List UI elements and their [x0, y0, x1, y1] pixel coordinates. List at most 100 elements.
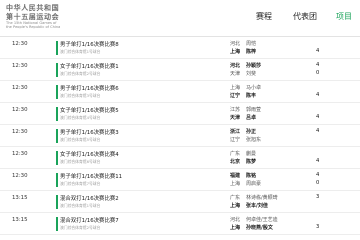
team1-province: 河北 — [230, 63, 241, 69]
match-title: 女子单打1/16决赛比赛1 — [60, 64, 119, 70]
match-row[interactable]: 13:15 混合双打1/16决赛比赛2 澳门综合体育馆1号球台 广东 林诗栋/黄颖琦 上海… — [0, 192, 360, 213]
match-row[interactable]: 12:30 女子单打1/16决赛比赛5 澳门综合体育馆4号球台 江苏 郭雨萱 天津 吕卓 4 — [0, 104, 360, 125]
match-time: 12:30 — [12, 151, 28, 157]
match-title: 男子单打1/16决赛比赛8 — [60, 42, 119, 48]
team2-score: 3 — [316, 224, 320, 230]
team2-province: 天津 — [230, 71, 241, 77]
row-divider — [0, 190, 360, 191]
match-title: 混合双打1/16决赛比赛2 — [60, 196, 119, 202]
match-row[interactable]: 12:30 男子单打1/16决赛比赛8 澳门综合体育馆1号球台 河北 周恺 上海 陈梓 4 — [0, 38, 360, 59]
logo-subtitle-line2: the People's Republic of China — [6, 25, 61, 30]
match-row[interactable]: 12:30 男子单打1/16决赛比赛3 澳门综合体育馆5号球台 浙江 孙正 辽宁 张旭东 4 — [0, 126, 360, 147]
team2-player: 陈丰 — [246, 93, 257, 99]
team1-province: 广东 — [230, 195, 241, 201]
match-time: 12:30 — [12, 63, 28, 69]
team2-player: 陈梓 — [246, 49, 257, 55]
team2-player: 孙晓燕/殷文 — [246, 225, 273, 231]
match-venue: 澳门综合体育馆5号球台 — [60, 137, 101, 142]
team2-player: 吕卓 — [246, 115, 257, 121]
match-row[interactable]: 12:30 男子单打1/16决赛比赛6 澳门综合体育馆3号球台 上海 马小卓 辽宁 陈丰 4 — [0, 82, 360, 103]
header-divider — [0, 36, 360, 37]
match-title: 男子单打1/16决赛比赛6 — [60, 86, 119, 92]
match-accent-bar — [56, 217, 58, 231]
team2-province: 辽宁 — [230, 137, 241, 143]
match-title: 女子单打1/16决赛比赛4 — [60, 152, 119, 158]
team2-score: 0 — [316, 70, 320, 76]
match-time: 13:15 — [12, 217, 28, 223]
match-time: 12:30 — [12, 41, 28, 47]
team1-player: 周恺 — [246, 41, 257, 47]
team2-score: 4 — [316, 158, 320, 164]
match-accent-bar — [56, 151, 58, 165]
team1-player: 林诗栋/黄颖琦 — [246, 195, 278, 201]
team1-province: 河北 — [230, 217, 241, 223]
team1-score: 4 — [316, 128, 320, 134]
team2-player: 陈梦 — [246, 159, 257, 165]
row-divider — [0, 234, 360, 235]
team1-province: 河北 — [230, 41, 241, 47]
nav-delegations[interactable]: 代表团 — [293, 11, 317, 22]
team1-player: 蒯曼 — [246, 151, 257, 157]
match-row[interactable]: 12:30 女子单打1/16决赛比赛1 澳门综合体育馆2号球台 河北 孙颖莎 天津 刘斐 4 0 — [0, 60, 360, 81]
row-divider — [0, 80, 360, 81]
match-venue: 澳门综合体育馆7号球台 — [60, 181, 101, 186]
match-accent-bar — [56, 129, 58, 143]
team2-player: 张旭东 — [246, 137, 262, 143]
match-row[interactable]: 12:30 男子单打1/16决赛比赛11 澳门综合体育馆7号球台 福建 陈铭 上海 周启豪 4… — [0, 170, 360, 191]
team1-player: 马小卓 — [246, 85, 262, 91]
team1-score: 4 — [316, 172, 320, 178]
row-divider — [0, 102, 360, 103]
match-title: 混合双打1/16决赛比赛7 — [60, 218, 119, 224]
team1-province: 福建 — [230, 173, 241, 179]
match-venue: 澳门综合体育馆2号球台 — [60, 71, 101, 76]
team1-province: 江苏 — [230, 107, 241, 113]
team1-province: 广东 — [230, 151, 241, 157]
row-divider — [0, 212, 360, 213]
games-logo[interactable]: 中华人民共和国 第十五届运动会 The 15th National Games … — [6, 3, 102, 33]
match-venue: 澳门综合体育馆2号球台 — [60, 225, 101, 230]
team1-province: 浙江 — [230, 129, 241, 135]
match-title: 男子单打1/16决赛比赛3 — [60, 130, 119, 136]
team2-score: 0 — [316, 180, 320, 186]
team2-province: 辽宁 — [230, 93, 241, 99]
logo-subtitle: The 15th National Games of the People's … — [6, 21, 60, 29]
team1-player: 孙正 — [246, 129, 257, 135]
team2-score: 4 — [316, 48, 320, 54]
team1-player: 何卓佳/王艺迪 — [246, 217, 278, 223]
match-title: 女子单打1/16决赛比赛5 — [60, 108, 119, 114]
match-time: 13:15 — [12, 195, 28, 201]
match-title: 男子单打1/16决赛比赛11 — [60, 174, 123, 180]
team1-player: 郭雨萱 — [246, 107, 262, 113]
team2-score: 4 — [316, 114, 320, 120]
match-accent-bar — [56, 41, 58, 55]
nav-schedule[interactable]: 赛程 — [256, 11, 272, 22]
team2-province: 上海 — [230, 181, 241, 187]
row-divider — [0, 146, 360, 147]
match-accent-bar — [56, 85, 58, 99]
match-venue: 澳门综合体育馆3号球台 — [60, 93, 101, 98]
team2-player: 刘斐 — [246, 71, 257, 77]
team2-province: 天津 — [230, 115, 241, 121]
team2-player: 张本/刘佳 — [246, 203, 268, 209]
match-row[interactable]: 12:30 女子单打1/16决赛比赛4 澳门综合体育馆6号球台 广东 蒯曼 北京 陈梦 4 — [0, 148, 360, 169]
match-accent-bar — [56, 173, 58, 187]
row-divider — [0, 124, 360, 125]
match-venue: 澳门综合体育馆1号球台 — [60, 203, 101, 208]
match-time: 12:30 — [12, 173, 28, 179]
team1-score: 3 — [316, 194, 320, 200]
match-accent-bar — [56, 107, 58, 121]
nav-sports[interactable]: 项目 — [336, 11, 352, 22]
match-time: 12:30 — [12, 129, 28, 135]
match-time: 12:30 — [12, 107, 28, 113]
row-divider — [0, 168, 360, 169]
team1-province: 上海 — [230, 85, 241, 91]
team2-player: 周启豪 — [246, 181, 262, 187]
team2-score: 4 — [316, 92, 320, 98]
team1-player: 陈铭 — [246, 173, 257, 179]
match-row[interactable]: 13:15 混合双打1/16决赛比赛7 澳门综合体育馆2号球台 河北 何卓佳/王艺迪 上海… — [0, 214, 360, 235]
match-venue: 澳门综合体育馆4号球台 — [60, 115, 101, 120]
team1-score: 4 — [316, 62, 320, 68]
match-venue: 澳门综合体育馆1号球台 — [60, 49, 101, 54]
team2-province: 上海 — [230, 203, 241, 209]
match-accent-bar — [56, 63, 58, 77]
